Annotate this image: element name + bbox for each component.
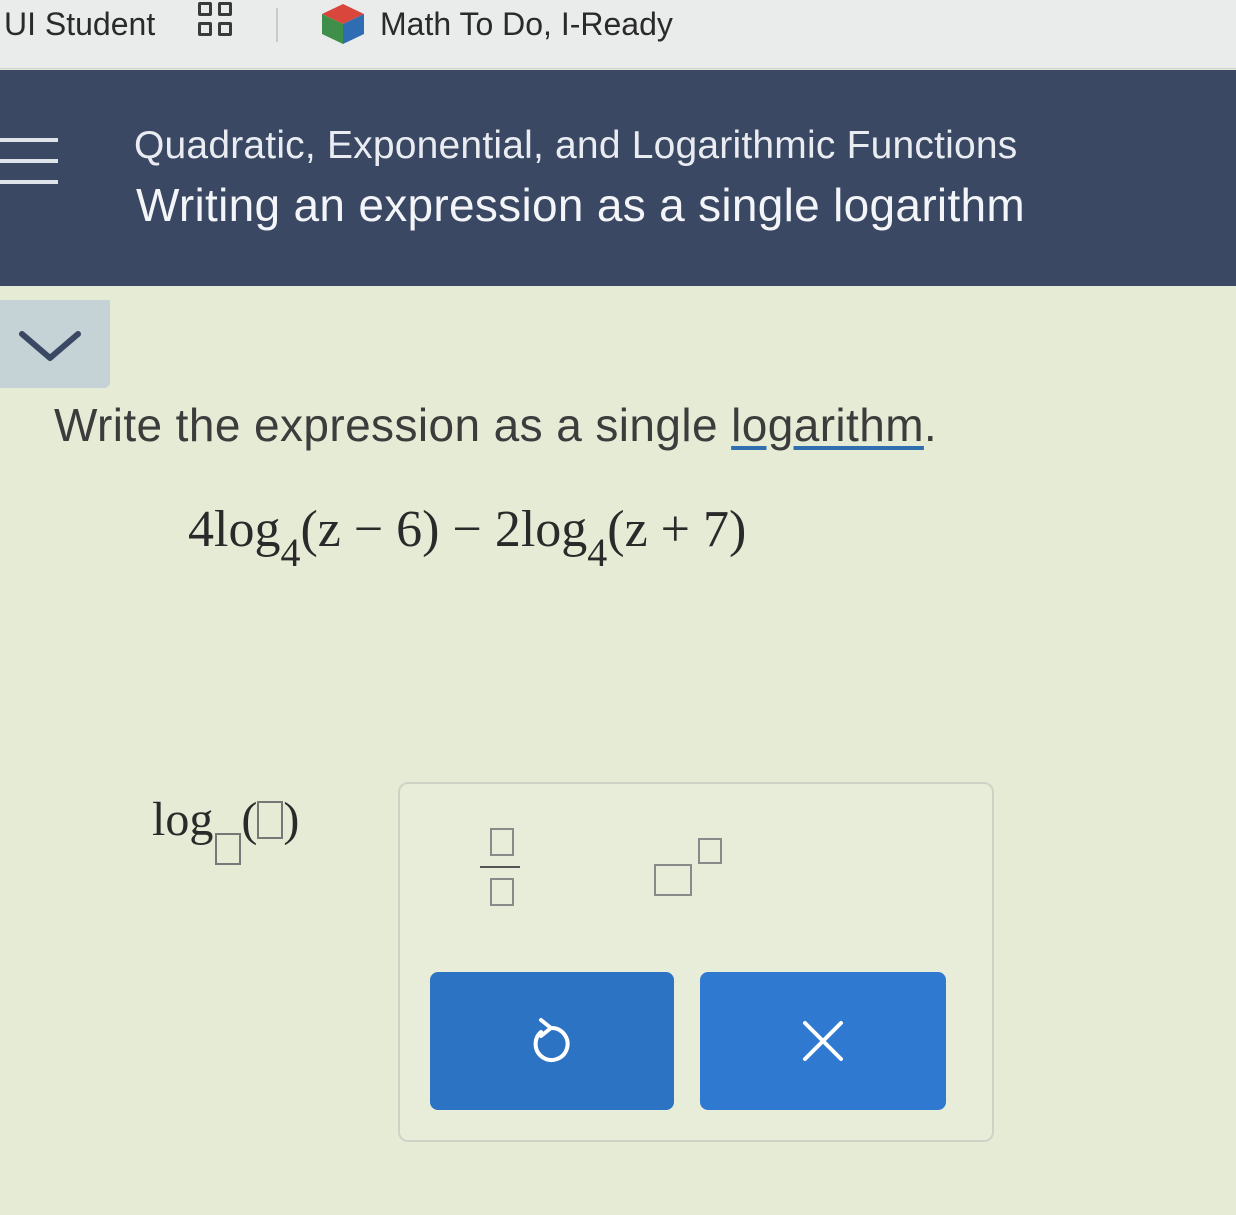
coefficient-1: 4	[188, 501, 214, 558]
fraction-denominator-icon	[490, 878, 514, 906]
clear-button[interactable]	[700, 972, 946, 1110]
bookmark-ui-student[interactable]: UI Student	[4, 6, 155, 43]
log-base-1: 4	[280, 530, 301, 575]
bookmarks-bar: UI Student Math To Do, I-Ready	[0, 0, 1236, 69]
log-base-2: 4	[587, 530, 608, 575]
apps-grid-icon[interactable]	[198, 2, 236, 40]
chevron-down-icon	[19, 331, 81, 361]
answer-base-box[interactable]	[215, 833, 242, 865]
menu-icon[interactable]	[0, 138, 58, 201]
close-icon	[803, 1021, 843, 1061]
given-expression: 4log4(z − 6) − 2log4(z + 7)	[188, 500, 746, 576]
exponent-base-icon	[654, 864, 692, 896]
question-prompt: Write the expression as a single logarit…	[54, 398, 937, 452]
log-argument-2: (z + 7)	[607, 501, 747, 558]
coefficient-2: 2	[494, 501, 521, 558]
fraction-key[interactable]	[480, 820, 520, 910]
prompt-text: Write the expression as a single	[54, 399, 732, 451]
answer-close-paren: )	[283, 793, 300, 846]
prompt-period: .	[923, 399, 938, 451]
exponent-power-icon	[698, 838, 722, 864]
undo-icon	[533, 1018, 570, 1062]
answer-argument-box[interactable]	[257, 801, 284, 839]
fraction-numerator-icon	[490, 828, 514, 856]
topic-title: Quadratic, Exponential, and Logarithmic …	[134, 124, 1018, 167]
iready-cube-icon	[322, 4, 364, 44]
answer-input[interactable]: log ()	[152, 792, 299, 865]
log-argument-1: (z − 6)	[300, 501, 440, 558]
minus-operator: −	[439, 501, 495, 558]
log-1: log	[214, 501, 281, 558]
math-keypad	[398, 782, 994, 1142]
exponent-key[interactable]	[650, 834, 730, 904]
fraction-bar-icon	[480, 866, 520, 868]
log-2: log	[520, 501, 588, 558]
undo-button[interactable]	[430, 972, 674, 1110]
lesson-title: Writing an expression as a single logari…	[136, 179, 1026, 231]
collapse-toggle[interactable]	[0, 300, 110, 388]
answer-log-label: log	[152, 793, 214, 846]
bookmarks-divider	[276, 8, 278, 42]
answer-open-paren: (	[241, 793, 258, 846]
bookmark-math-to-do-iready[interactable]: Math To Do, I-Ready	[380, 6, 673, 43]
logarithm-definition-link[interactable]: logarithm	[731, 399, 924, 451]
lesson-header: Quadratic, Exponential, and Logarithmic …	[0, 70, 1236, 286]
